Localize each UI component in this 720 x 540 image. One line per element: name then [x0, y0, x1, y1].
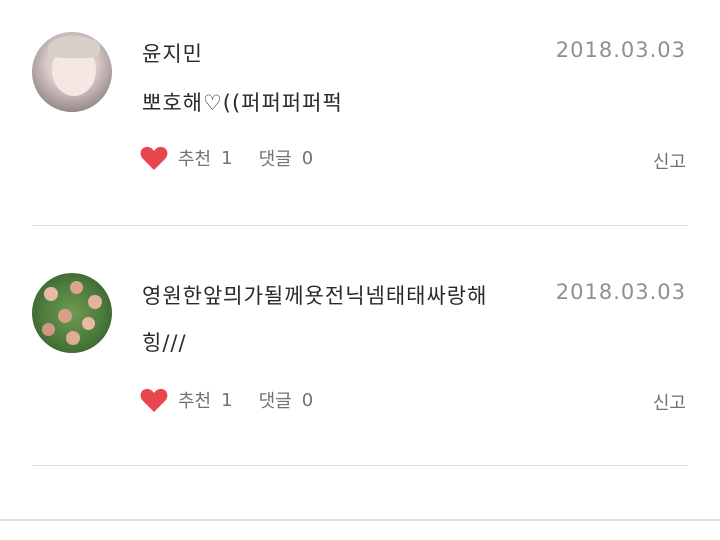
avatar[interactable] [32, 32, 112, 112]
reply-count: 0 [301, 147, 314, 169]
report-button[interactable]: 신고 [653, 148, 686, 174]
heart-icon[interactable] [140, 145, 168, 171]
comment-date: 2018.03.03 [555, 280, 686, 304]
reply-count: 0 [301, 389, 314, 411]
heart-icon[interactable] [140, 387, 168, 413]
comment-item: 윤지민 2018.03.03 뽀호해♡((퍼퍼퍼퍼퍽 추천 1 댓글 0 신고 [0, 0, 720, 226]
reply-label[interactable]: 댓글 [259, 387, 292, 413]
author-name[interactable]: 영원한앞믜가될께욧전닉넴태태싸랑해 [142, 280, 542, 310]
divider [32, 225, 688, 226]
bottom-divider [0, 519, 720, 521]
like-label[interactable]: 추천 [178, 387, 211, 413]
comment-date: 2018.03.03 [555, 38, 686, 62]
comment-actions: 추천 1 댓글 0 [140, 387, 313, 413]
like-count: 1 [221, 389, 233, 411]
author-name[interactable]: 윤지민 [142, 38, 203, 68]
report-button[interactable]: 신고 [653, 389, 686, 415]
reply-label[interactable]: 댓글 [259, 145, 292, 171]
like-count: 1 [221, 147, 233, 169]
comment-item: 영원한앞믜가될께욧전닉넴태태싸랑해 2018.03.03 힝/// 추천 1 댓… [0, 227, 720, 466]
comment-text: 힝/// [142, 331, 187, 355]
divider [32, 465, 688, 466]
avatar[interactable] [32, 273, 112, 353]
like-label[interactable]: 추천 [178, 145, 211, 171]
comment-actions: 추천 1 댓글 0 [140, 145, 313, 171]
comment-text: 뽀호해♡((퍼퍼퍼퍼퍽 [142, 91, 343, 115]
